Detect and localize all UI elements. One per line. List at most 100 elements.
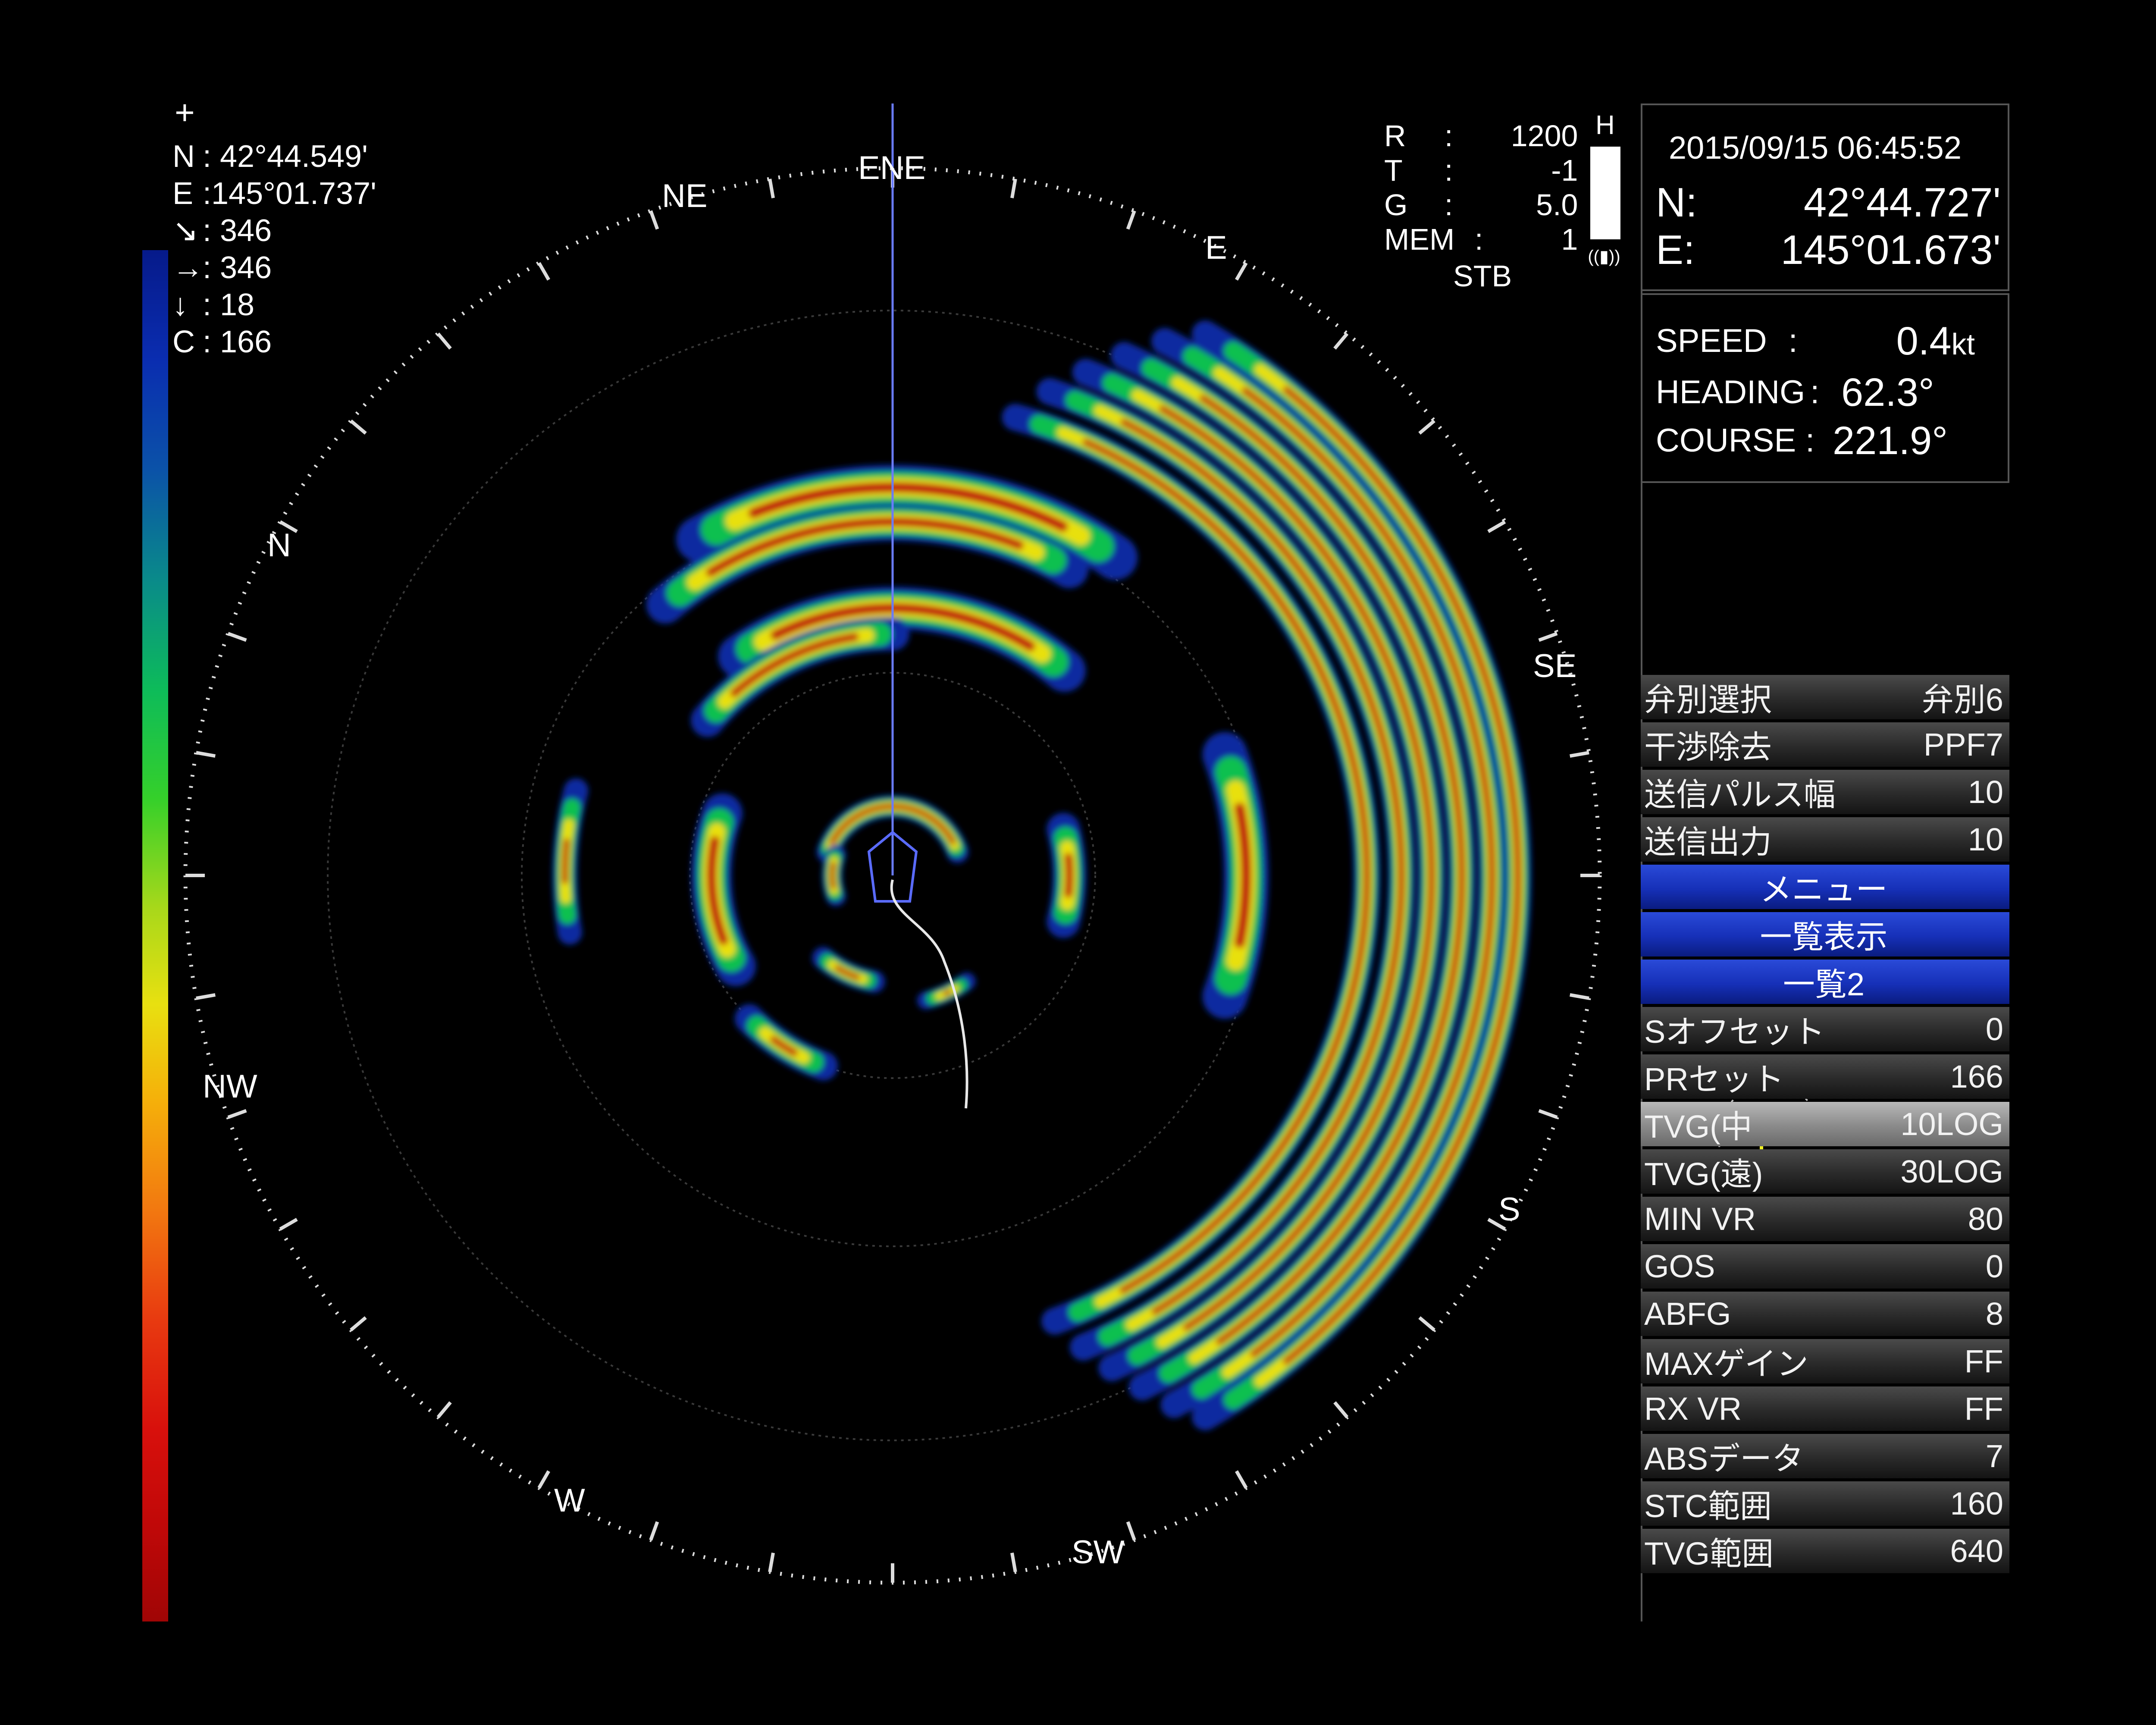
transducer-icon: ((▮)) xyxy=(1588,247,1620,266)
menu-item-label: TVG(中 xyxy=(1644,1109,1752,1145)
compass-tick xyxy=(1418,419,1435,435)
cursor-info-sep: : xyxy=(203,139,212,174)
latitude-label: N: xyxy=(1656,179,1697,226)
cursor-info-value: 166 xyxy=(220,325,272,359)
sonar-param-key: MEM xyxy=(1384,223,1455,256)
compass-tick xyxy=(1235,1470,1248,1489)
compass-label-e: E xyxy=(1205,229,1227,266)
menu-item-tvg-range[interactable]: TVG範囲 640 xyxy=(1641,1529,2009,1573)
compass-tick xyxy=(1570,993,1589,1000)
menu-item-value: FF xyxy=(1964,1391,2003,1427)
menu-item-gos[interactable]: GOS 0 xyxy=(1641,1244,2009,1289)
menu-item-pr-set[interactable]: PRセット 166 xyxy=(1641,1054,2009,1099)
sonar-param-row: G: 5.0 xyxy=(1384,188,1578,222)
menu-item-value: 8 xyxy=(1985,1296,2003,1332)
menu-item-tvg-mid[interactable]: TVG(中 10LOG xyxy=(1641,1102,2009,1146)
compass-label-s: S xyxy=(1498,1191,1520,1228)
compass-tick xyxy=(1010,1552,1017,1572)
menu-item-tx-power[interactable]: 送信出力 10 xyxy=(1641,817,2009,862)
menu-item-discrimination[interactable]: 弁別選択 弁別6 xyxy=(1641,675,2009,719)
sonar-param-sep: : xyxy=(1445,188,1453,222)
compass-tick xyxy=(350,419,367,435)
cursor-info-sep: : xyxy=(203,251,212,285)
cursor-info-key: ↘ xyxy=(172,213,199,248)
compass-tick xyxy=(227,632,247,642)
menu-item-value: 弁別6 xyxy=(1921,682,2003,718)
longitude-value: 145°01.673' xyxy=(1780,227,2001,273)
sonar-param-row: MEM: 1 xyxy=(1384,222,1578,257)
menu-item-label: 弁別選択 xyxy=(1644,682,1772,718)
menu-item-label: 干渉除去 xyxy=(1644,729,1772,765)
echo-returns xyxy=(552,320,1532,1430)
menu-item-label: ABSデータ xyxy=(1644,1441,1804,1477)
list2-button[interactable]: 一覧2 xyxy=(1641,960,2009,1004)
compass-tick xyxy=(1333,1401,1349,1418)
cursor-info-key: N xyxy=(172,139,195,174)
speed-row: SPEED: 0.4kt xyxy=(1656,317,1988,368)
course-sep: : xyxy=(1805,422,1815,459)
cursor-info-value: 18 xyxy=(220,288,255,322)
compass-label-sw: SW xyxy=(1072,1534,1125,1571)
compass-label-se: SE xyxy=(1533,648,1576,684)
speed-sep: : xyxy=(1788,323,1798,359)
menu-item-value: 30LOG xyxy=(1900,1154,2003,1189)
heading-sep: : xyxy=(1810,374,1820,411)
menu-item-tvg-far[interactable]: TVG(遠) 30LOG xyxy=(1641,1149,2009,1194)
compass-tick xyxy=(350,1316,367,1332)
cursor-info-key: → xyxy=(172,251,204,285)
sonar-param-sep: : xyxy=(1445,154,1453,187)
sonar-param-value: 5.0 xyxy=(1536,188,1578,222)
menu-item-value: 640 xyxy=(1950,1533,2003,1569)
menu-item-interference[interactable]: 干渉除去 PPF7 xyxy=(1641,722,2009,767)
sonar-param-key: G xyxy=(1384,188,1408,222)
menu-item-value: 0 xyxy=(1985,1011,2003,1047)
heading-label: HEADING: xyxy=(1656,368,1828,417)
compass-label-nw: NW xyxy=(203,1068,257,1105)
menu-item-min-vr[interactable]: MIN VR 80 xyxy=(1641,1197,2009,1241)
sonar-param-value: 1 xyxy=(1561,223,1578,256)
menu-item-label: PRセット xyxy=(1644,1061,1784,1097)
compass-label-ne: NE xyxy=(662,178,708,214)
menu-item-value: 7 xyxy=(1985,1438,2003,1474)
list-view-button[interactable]: 一覧表示 xyxy=(1641,912,2009,957)
menu-item-label: RX VR xyxy=(1644,1391,1742,1427)
course-label-text: COURSE xyxy=(1656,422,1796,459)
compass-label-w: W xyxy=(554,1482,585,1519)
menu-item-pulse-width[interactable]: 送信パルス幅 10 xyxy=(1641,770,2009,814)
compass-tick xyxy=(227,1109,247,1119)
sonar-param-key: T xyxy=(1384,154,1403,187)
menu-item-stc-range[interactable]: STC範囲 160 xyxy=(1641,1481,2009,1526)
compass-tick xyxy=(768,179,775,198)
menu-item-abs-data[interactable]: ABSデータ 7 xyxy=(1641,1434,2009,1478)
compass-tick xyxy=(537,1470,550,1489)
menu-item-label: ABFG xyxy=(1644,1296,1731,1332)
echo-band-strong xyxy=(830,861,836,890)
menu-item-label: 送信出力 xyxy=(1644,824,1772,860)
list-view-button-label: 一覧表示 xyxy=(1760,919,1888,955)
compass-tick xyxy=(436,1401,452,1418)
cursor-info-sep: : xyxy=(203,176,212,211)
level-bar xyxy=(1590,147,1620,239)
cursor-info-row: ↓:18 xyxy=(172,286,376,323)
compass-tick xyxy=(196,993,216,1000)
compass-tick xyxy=(1235,262,1248,281)
menu-button[interactable]: メニュー xyxy=(1641,865,2009,909)
menu-item-max-gain[interactable]: MAXゲイン FF xyxy=(1641,1339,2009,1383)
menu-item-rx-vr[interactable]: RX VR FF xyxy=(1641,1386,2009,1431)
cursor-info-row: →:346 xyxy=(172,249,376,286)
cursor-info-key: C xyxy=(172,325,195,359)
menu-item-value: 0 xyxy=(1985,1248,2003,1284)
cursor-info-key: ↓ xyxy=(172,288,188,322)
settings-menu: 弁別選択 弁別6 干渉除去 PPF7 送信パルス幅 10 送信出力 10 メニュー 一覧… xyxy=(1641,675,2009,1576)
menu-item-s-offset[interactable]: Sオフセット 0 xyxy=(1641,1007,2009,1051)
cursor-info-sep: : xyxy=(203,288,212,322)
compass-label-n: N xyxy=(267,527,291,564)
datetime: 2015/09/15 06:45:52 xyxy=(1669,130,1962,166)
longitude-row: E: 145°01.673' xyxy=(1656,226,2001,274)
longitude-label: E: xyxy=(1656,227,1695,273)
menu-item-abfg[interactable]: ABFG 8 xyxy=(1641,1292,2009,1336)
speed-number: 0.4 xyxy=(1896,319,1952,363)
speed-label: SPEED: xyxy=(1656,317,1828,368)
menu-item-label: TVG範囲 xyxy=(1644,1536,1774,1571)
menu-item-value: 80 xyxy=(1968,1201,2003,1237)
